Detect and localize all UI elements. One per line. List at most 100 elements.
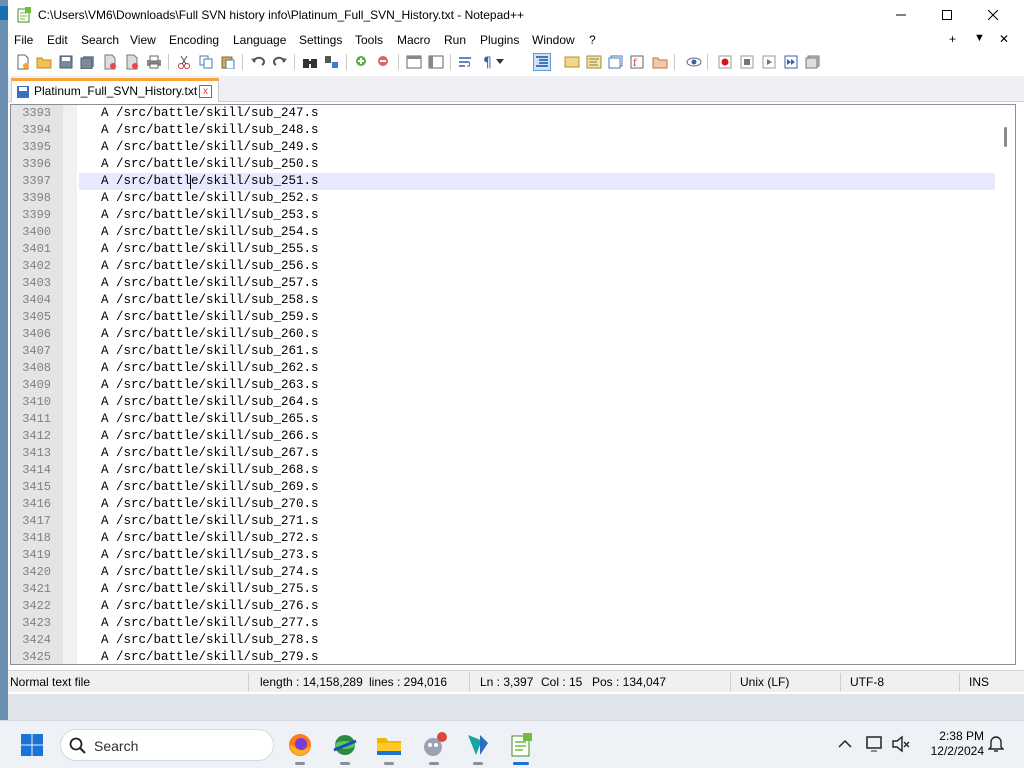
game-app-icon[interactable] <box>418 729 450 765</box>
line-text[interactable]: A /src/battle/skill/sub_275.s <box>79 581 995 598</box>
document-map-icon[interactable] <box>585 53 603 71</box>
line-text[interactable]: A /src/battle/skill/sub_270.s <box>79 496 995 513</box>
vertical-scrollbar[interactable] <box>997 105 1015 664</box>
monitoring-eye-icon[interactable] <box>685 53 703 71</box>
line-text[interactable]: A /src/battle/skill/sub_251.s <box>79 173 995 190</box>
editor-line[interactable]: 3395 A /src/battle/skill/sub_249.s <box>11 139 995 156</box>
save-macro-icon[interactable] <box>804 53 822 71</box>
editor-line[interactable]: 3418 A /src/battle/skill/sub_272.s <box>11 530 995 547</box>
replace-icon[interactable] <box>323 53 341 71</box>
line-text[interactable]: A /src/battle/skill/sub_260.s <box>79 326 995 343</box>
record-macro-icon[interactable] <box>716 53 734 71</box>
browser-globe-icon[interactable] <box>329 729 361 765</box>
menu-macro[interactable]: Macro <box>397 33 430 47</box>
line-text[interactable]: A /src/battle/skill/sub_256.s <box>79 258 995 275</box>
redo-icon[interactable] <box>271 53 289 71</box>
editor-line[interactable]: 3394 A /src/battle/skill/sub_248.s <box>11 122 995 139</box>
menu-settings[interactable]: Settings <box>299 33 342 47</box>
editor-line[interactable]: 3425 A /src/battle/skill/sub_279.s <box>11 649 995 664</box>
notification-bell-icon[interactable] <box>988 735 1004 753</box>
line-text[interactable]: A /src/battle/skill/sub_274.s <box>79 564 995 581</box>
editor-line[interactable]: 3412 A /src/battle/skill/sub_266.s <box>11 428 995 445</box>
show-hidden-icons-chevron-icon[interactable] <box>838 739 852 749</box>
save-all-icon[interactable] <box>79 53 97 71</box>
vs-code-like-icon[interactable] <box>462 729 494 765</box>
network-icon[interactable] <box>866 735 886 753</box>
menu-help[interactable]: ? <box>589 33 596 47</box>
editor-line[interactable]: 3398 A /src/battle/skill/sub_252.s <box>11 190 995 207</box>
editor-line[interactable]: 3411 A /src/battle/skill/sub_265.s <box>11 411 995 428</box>
open-file-icon[interactable] <box>35 53 53 71</box>
editor-line[interactable]: 3415 A /src/battle/skill/sub_269.s <box>11 479 995 496</box>
sync-horizontal-scroll-icon[interactable] <box>427 53 445 71</box>
windows-start-icon[interactable] <box>20 733 44 757</box>
menu-search[interactable]: Search <box>81 33 119 47</box>
word-wrap-icon[interactable] <box>457 53 475 71</box>
line-text[interactable]: A /src/battle/skill/sub_247.s <box>79 105 995 122</box>
editor-line[interactable]: 3402 A /src/battle/skill/sub_256.s <box>11 258 995 275</box>
copy-icon[interactable] <box>197 53 215 71</box>
line-text[interactable]: A /src/battle/skill/sub_259.s <box>79 309 995 326</box>
document-list-icon[interactable] <box>607 53 625 71</box>
menu-encoding[interactable]: Encoding <box>169 33 219 47</box>
menu-window[interactable]: Window <box>532 33 575 47</box>
title-bar[interactable]: C:\Users\VM6\Downloads\Full SVN history … <box>8 0 1024 30</box>
find-icon[interactable] <box>301 53 319 71</box>
editor-line[interactable]: 3420 A /src/battle/skill/sub_274.s <box>11 564 995 581</box>
line-text[interactable]: A /src/battle/skill/sub_266.s <box>79 428 995 445</box>
menu-plugins[interactable]: Plugins <box>480 33 519 47</box>
menu-edit[interactable]: Edit <box>47 33 68 47</box>
editor-line[interactable]: 3407 A /src/battle/skill/sub_261.s <box>11 343 995 360</box>
status-encoding[interactable]: UTF-8 <box>850 675 884 689</box>
editor-line[interactable]: 3404 A /src/battle/skill/sub_258.s <box>11 292 995 309</box>
notepad-plus-plus-taskbar-icon[interactable] <box>505 729 537 765</box>
editor-line[interactable]: 3403 A /src/battle/skill/sub_257.s <box>11 275 995 292</box>
line-text[interactable]: A /src/battle/skill/sub_252.s <box>79 190 995 207</box>
line-text[interactable]: A /src/battle/skill/sub_257.s <box>79 275 995 292</box>
editor-line[interactable]: 3414 A /src/battle/skill/sub_268.s <box>11 462 995 479</box>
line-text[interactable]: A /src/battle/skill/sub_253.s <box>79 207 995 224</box>
line-text[interactable]: A /src/battle/skill/sub_264.s <box>79 394 995 411</box>
close-file-icon[interactable] <box>101 53 119 71</box>
text-editor[interactable]: 3393 A /src/battle/skill/sub_247.s 3394 A /… <box>10 104 1016 665</box>
tab-platinum-svn-history[interactable]: Platinum_Full_SVN_History.txt x <box>11 78 219 102</box>
editor-line[interactable]: 3393 A /src/battle/skill/sub_247.s <box>11 105 995 122</box>
zoom-out-icon[interactable] <box>375 53 393 71</box>
run-macro-multiple-icon[interactable] <box>782 53 800 71</box>
line-text[interactable]: A /src/battle/skill/sub_273.s <box>79 547 995 564</box>
indent-guide-icon[interactable] <box>533 53 551 71</box>
function-list-icon[interactable]: f <box>629 53 647 71</box>
editor-line[interactable]: 3396 A /src/battle/skill/sub_250.s <box>11 156 995 173</box>
new-file-icon[interactable] <box>14 53 32 71</box>
menu-language[interactable]: Language <box>233 33 286 47</box>
zoom-in-icon[interactable] <box>353 53 371 71</box>
line-text[interactable]: A /src/battle/skill/sub_254.s <box>79 224 995 241</box>
line-text[interactable]: A /src/battle/skill/sub_258.s <box>79 292 995 309</box>
close-button[interactable] <box>970 0 1016 30</box>
line-text[interactable]: A /src/battle/skill/sub_267.s <box>79 445 995 462</box>
line-text[interactable]: A /src/battle/skill/sub_271.s <box>79 513 995 530</box>
save-icon[interactable] <box>57 53 75 71</box>
file-explorer-icon[interactable] <box>373 729 405 765</box>
line-text[interactable]: A /src/battle/skill/sub_263.s <box>79 377 995 394</box>
status-eol[interactable]: Unix (LF) <box>740 675 789 689</box>
paste-icon[interactable] <box>219 53 237 71</box>
taskbar-search-box[interactable]: Search <box>60 729 274 761</box>
maximize-button[interactable] <box>924 0 970 30</box>
volume-muted-icon[interactable] <box>892 735 910 753</box>
line-text[interactable]: A /src/battle/skill/sub_268.s <box>79 462 995 479</box>
editor-line[interactable]: 3419 A /src/battle/skill/sub_273.s <box>11 547 995 564</box>
undo-icon[interactable] <box>249 53 267 71</box>
user-defined-language-icon[interactable] <box>563 53 581 71</box>
editor-line[interactable]: 3410 A /src/battle/skill/sub_264.s <box>11 394 995 411</box>
scrollbar-thumb[interactable] <box>1004 127 1007 147</box>
cut-icon[interactable] <box>175 53 193 71</box>
editor-line[interactable]: 3399 A /src/battle/skill/sub_253.s <box>11 207 995 224</box>
line-text[interactable]: A /src/battle/skill/sub_278.s <box>79 632 995 649</box>
editor-line[interactable]: 3406 A /src/battle/skill/sub_260.s <box>11 326 995 343</box>
stop-macro-icon[interactable] <box>738 53 756 71</box>
folder-as-workspace-icon[interactable] <box>651 53 669 71</box>
editor-line[interactable]: 3401 A /src/battle/skill/sub_255.s <box>11 241 995 258</box>
close-document-button[interactable]: ✕ <box>999 32 1009 46</box>
editor-line[interactable]: 3405 A /src/battle/skill/sub_259.s <box>11 309 995 326</box>
